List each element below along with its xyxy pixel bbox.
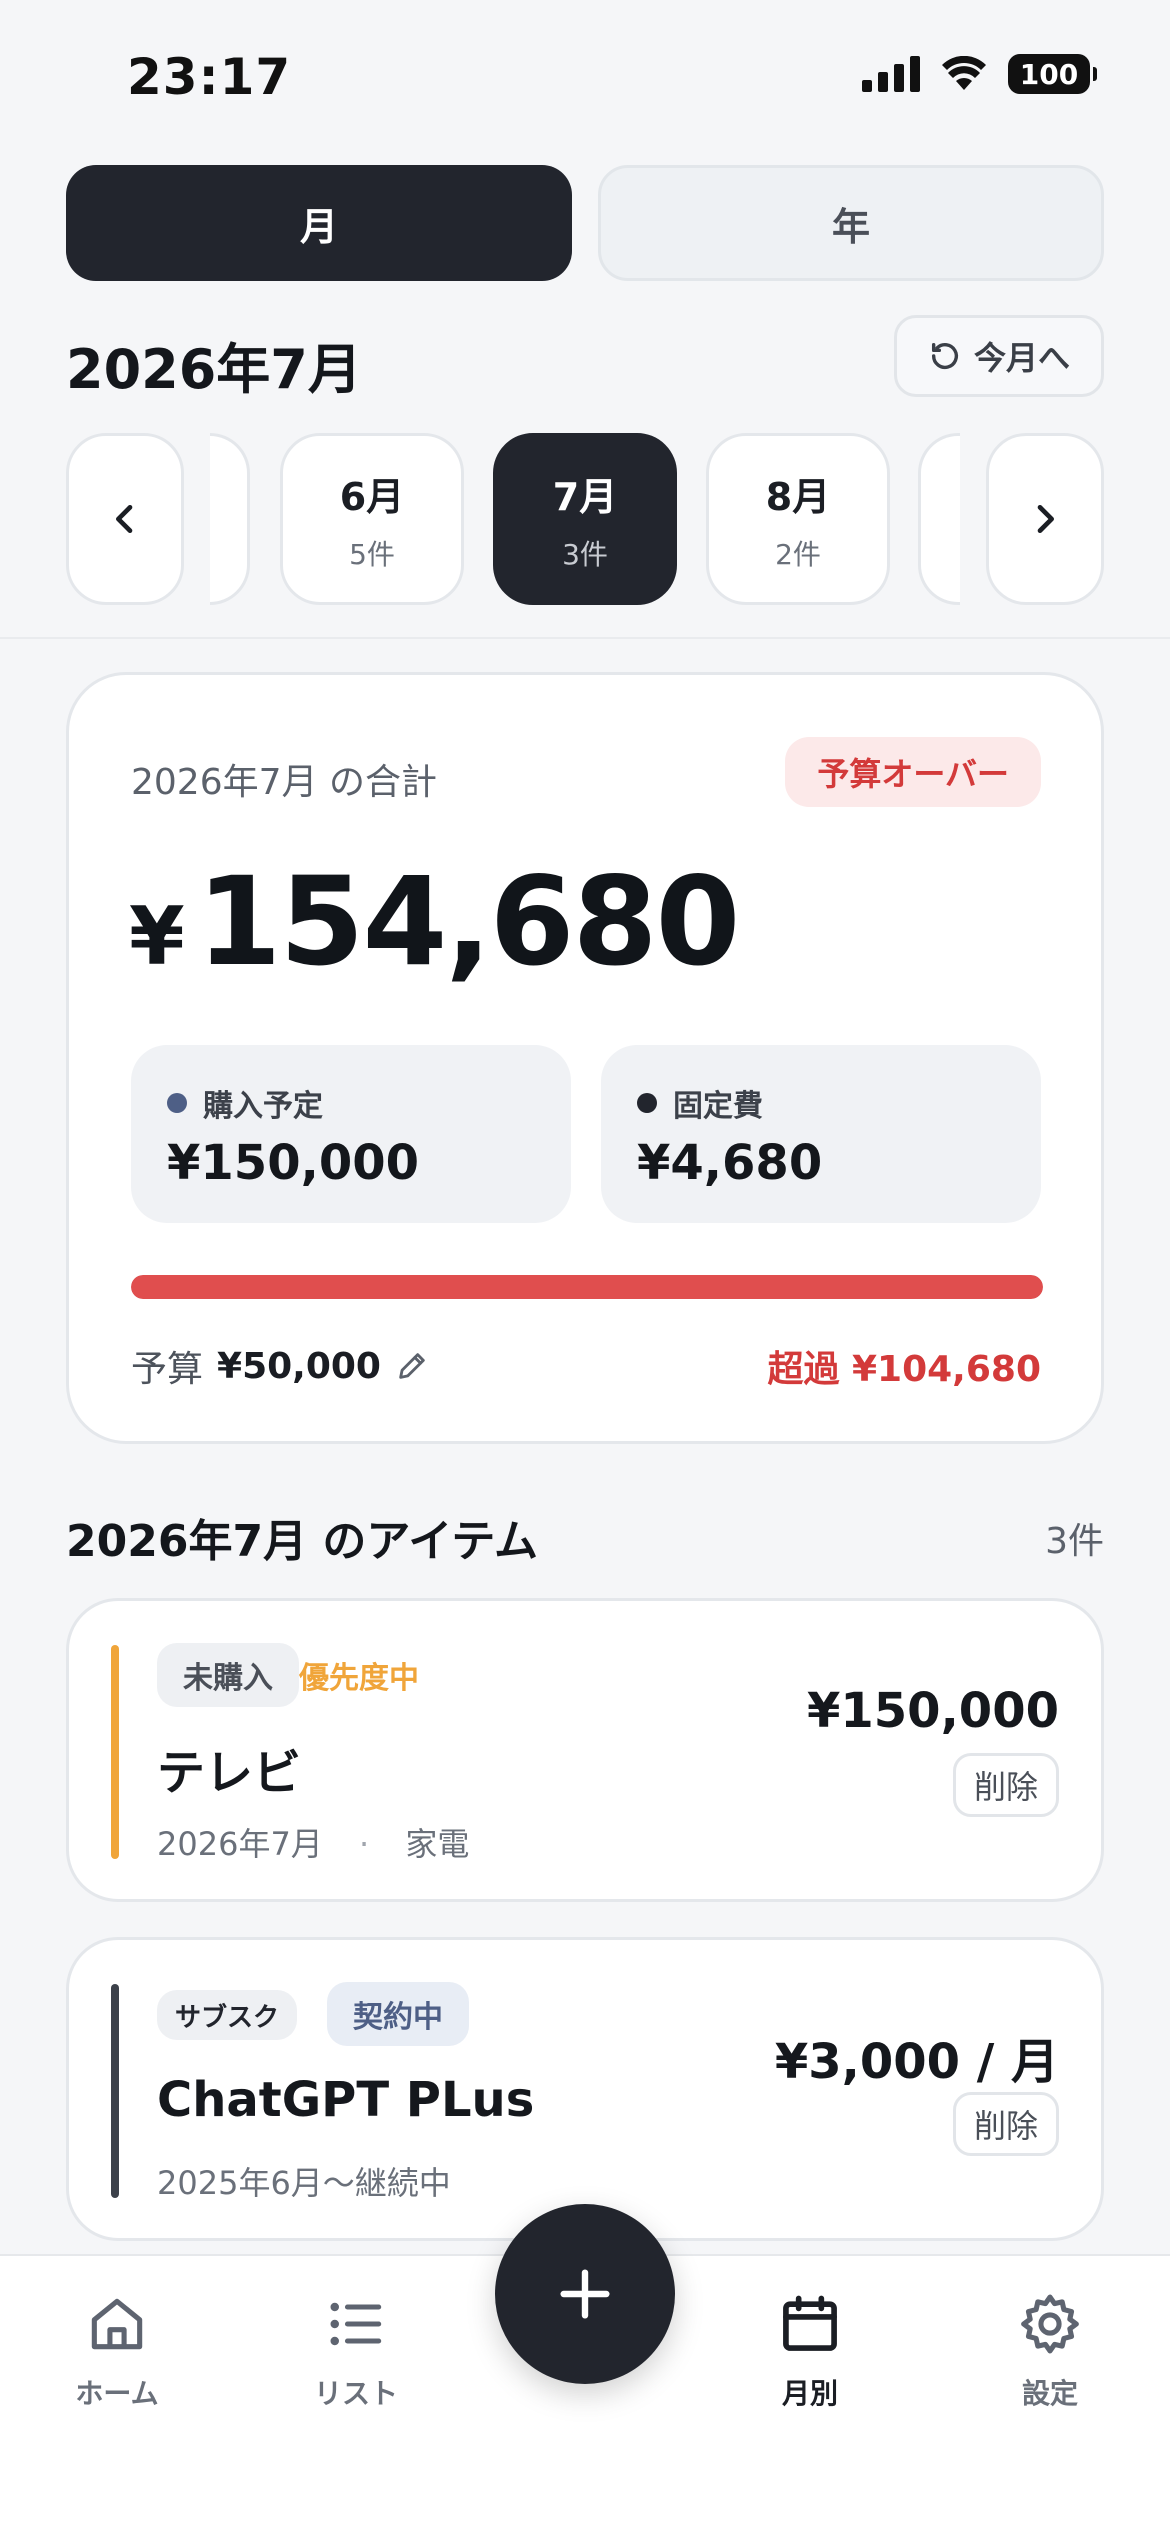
signal-icon [862, 56, 920, 92]
plus-icon [560, 2269, 610, 2319]
summary-card: 2026年7月 の合計 予算オーバー ¥ 154,680 購入予定 ¥150,0… [66, 672, 1104, 1444]
item-price: ¥150,000 [806, 1683, 1059, 1739]
tab-label: リスト [313, 2377, 398, 2410]
planned-label: 購入予定 [203, 1089, 323, 1124]
budget-row[interactable]: 予算 ¥50,000 [131, 1340, 429, 1392]
tab-label: 設定 [1021, 2377, 1078, 2410]
status-tag: 未購入 [157, 1643, 299, 1707]
budget-progress-bar [131, 1275, 1043, 1299]
item-card-chatgpt[interactable]: サブスク 契約中 ChatGPT PLus 2025年6月〜継続中 ¥3,000… [66, 1937, 1104, 2241]
total-amount: ¥ 154,680 [129, 851, 741, 993]
budget-label: 予算 [131, 1349, 204, 1390]
subscription-tag: サブスク [157, 1990, 298, 2040]
segment-year[interactable]: 年 [598, 165, 1104, 281]
month-chip-count: 3件 [562, 537, 608, 571]
fixed-label: 固定費 [673, 1089, 763, 1124]
reset-icon [931, 342, 959, 369]
total-value: 154,680 [196, 851, 741, 993]
item-category: 家電 [405, 1825, 470, 1863]
priority-accent-bar [111, 1645, 119, 1859]
tab-list[interactable]: リスト [256, 2290, 456, 2412]
planned-value: ¥150,000 [167, 1135, 420, 1191]
tab-label: 月別 [781, 2377, 838, 2410]
planned-card: 購入予定 ¥150,000 [131, 1045, 571, 1223]
today-button-label: 今月へ [973, 339, 1070, 377]
meta-separator: · [358, 1825, 370, 1863]
tab-monthly[interactable]: 月別 [710, 2290, 910, 2412]
tab-settings[interactable]: 設定 [950, 2290, 1150, 2412]
item-price: ¥3,000 / 月 [774, 2034, 1059, 2090]
today-button[interactable]: 今月へ [894, 315, 1104, 397]
month-chip-label: 7月 [552, 474, 618, 519]
currency-symbol: ¥ [129, 890, 185, 983]
item-name: テレビ [157, 1745, 302, 1801]
tab-label: ホーム [75, 2377, 159, 2410]
add-item-button[interactable] [495, 2204, 675, 2384]
chevron-right-icon [1037, 505, 1054, 533]
gear-icon [1021, 2294, 1079, 2354]
chevron-left-icon [116, 505, 133, 533]
segment-month[interactable]: 月 [66, 165, 572, 281]
month-chip-count: 5件 [349, 537, 395, 571]
fixed-value: ¥4,680 [637, 1135, 823, 1191]
item-name: ChatGPT PLus [157, 2072, 535, 2128]
items-section-title: 2026年7月 のアイテム [66, 1516, 538, 1567]
month-chip-label: 8月 [765, 474, 831, 519]
summary-label: 2026年7月 の合計 [131, 762, 437, 803]
next-month-button[interactable] [986, 433, 1104, 605]
month-chip-august[interactable]: 8月 2件 [706, 433, 890, 605]
page-title: 2026年7月 [66, 338, 362, 401]
fixed-cost-card: 固定費 ¥4,680 [601, 1045, 1041, 1223]
budget-value: ¥50,000 [217, 1345, 381, 1387]
month-chip-count: 2件 [775, 537, 821, 571]
month-chip-partial-left[interactable] [210, 433, 250, 605]
item-card-tv[interactable]: 未購入 優先度中 テレビ 2026年7月 · 家電 ¥150,000 削除 [66, 1598, 1104, 1902]
home-icon [91, 2298, 143, 2350]
month-chip-partial-right[interactable] [918, 433, 960, 605]
calendar-icon [783, 2295, 837, 2351]
item-meta: 2025年6月〜継続中 [157, 2164, 451, 2202]
item-meta: 2026年7月 · 家電 [157, 1819, 469, 1865]
tab-home[interactable]: ホーム [17, 2290, 217, 2412]
delete-button[interactable]: 削除 [952, 2092, 1059, 2156]
divider [0, 637, 1170, 639]
item-date: 2026年7月 [157, 1825, 323, 1863]
pencil-icon[interactable] [395, 1349, 429, 1383]
priority-accent-bar [111, 1984, 119, 2198]
wifi-icon [942, 56, 986, 90]
prev-month-button[interactable] [66, 433, 184, 605]
over-budget-badge: 予算オーバー [785, 737, 1041, 807]
excess-amount: 超過 ¥104,680 [767, 1349, 1041, 1390]
contract-status-tag: 契約中 [327, 1982, 469, 2046]
month-chip-label: 6月 [339, 474, 405, 519]
budget-progress-fill [131, 1275, 1043, 1299]
status-time: 23:17 [127, 48, 292, 106]
items-count: 3件 [1045, 1521, 1104, 1562]
planned-dot-icon [167, 1093, 187, 1113]
status-icons: 100 [862, 54, 1097, 94]
battery-icon: 100 [1008, 54, 1097, 94]
month-chip-june[interactable]: 6月 5件 [280, 433, 464, 605]
list-icon [330, 2302, 382, 2346]
priority-tag: 優先度中 [299, 1661, 419, 1696]
delete-button[interactable]: 削除 [952, 1753, 1059, 1817]
month-chip-july[interactable]: 7月 3件 [493, 433, 677, 605]
fixed-dot-icon [637, 1093, 657, 1113]
